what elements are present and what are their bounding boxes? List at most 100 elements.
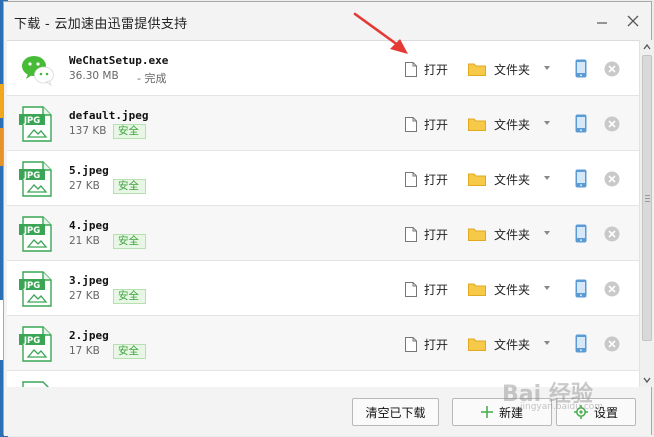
phone-icon[interactable] [575, 334, 587, 353]
file-size: 137 KB [69, 125, 107, 137]
file-size: 27 KB [69, 290, 100, 302]
download-item[interactable]: JPG 4.jpeg 21 KB 安全 打开 文件夹 [7, 206, 639, 261]
jpg-file-icon: JPG [19, 216, 52, 252]
close-icon [627, 15, 639, 27]
file-name: default.jpeg [69, 109, 149, 122]
clear-downloaded-button[interactable]: 清空已下载 [352, 398, 439, 426]
svg-text:JPG: JPG [23, 281, 40, 291]
open-folder-button[interactable]: 文件夹 [468, 334, 530, 354]
download-window: 下载 - 云加速由迅雷提供支持 WeChatSetup.exe 36.30 MB… [3, 1, 654, 436]
safe-badge: 安全 [113, 179, 146, 194]
file-name: 4.jpeg [69, 219, 109, 232]
folder-label: 文件夹 [494, 62, 531, 77]
folder-icon [468, 283, 486, 296]
open-label: 打开 [424, 282, 449, 297]
file-status: - 完成 [137, 72, 167, 85]
folder-label: 文件夹 [494, 227, 531, 242]
phone-icon[interactable] [575, 169, 587, 188]
file-name: 2.jpeg [69, 329, 109, 342]
jpg-file-icon: JPG [19, 106, 52, 142]
title-bar[interactable]: 下载 - 云加速由迅雷提供支持 [4, 2, 651, 40]
open-label: 打开 [424, 117, 449, 132]
window-title: 下载 - 云加速由迅雷提供支持 [14, 17, 188, 32]
document-icon [405, 61, 417, 77]
svg-text:JPG: JPG [23, 336, 40, 346]
phone-icon[interactable] [575, 59, 587, 78]
file-size: 17 KB [69, 345, 100, 357]
open-file-button[interactable]: 打开 [405, 59, 448, 79]
safe-badge: 安全 [113, 234, 146, 249]
open-file-button[interactable]: 打开 [405, 169, 448, 189]
folder-label: 文件夹 [494, 337, 531, 352]
chevron-down-icon[interactable] [544, 66, 550, 70]
watermark-url: jingyan.baidu.com [520, 402, 604, 412]
minimize-icon [597, 22, 607, 24]
open-label: 打开 [424, 227, 449, 242]
delete-icon[interactable] [604, 61, 620, 77]
folder-icon [468, 118, 486, 131]
open-folder-button[interactable]: 文件夹 [468, 59, 530, 79]
wechat-icon [22, 56, 54, 87]
vertical-scrollbar[interactable] [639, 40, 654, 387]
download-item[interactable]: JPG default.jpeg 137 KB 安全 打开 文件夹 [7, 96, 639, 151]
download-item[interactable]: JPG 5.jpeg 27 KB 安全 打开 文件夹 [7, 151, 639, 206]
open-label: 打开 [424, 337, 449, 352]
delete-icon[interactable] [604, 226, 620, 242]
safe-badge: 安全 [113, 344, 146, 359]
close-button[interactable] [622, 10, 644, 32]
svg-text:JPG: JPG [23, 116, 40, 126]
download-item[interactable]: JPG 2.jpeg 17 KB 安全 打开 文件夹 [7, 316, 639, 371]
open-file-button[interactable]: 打开 [405, 114, 448, 134]
folder-icon [468, 173, 486, 186]
delete-icon[interactable] [604, 116, 620, 132]
chevron-down-icon [643, 377, 651, 383]
open-file-button[interactable]: 打开 [405, 279, 448, 299]
safe-badge: 安全 [113, 124, 146, 139]
chevron-down-icon[interactable] [544, 341, 550, 345]
jpg-file-icon: JPG [19, 161, 52, 197]
scroll-up-button[interactable] [640, 40, 654, 54]
file-size: 27 KB [69, 180, 100, 192]
chevron-up-icon [643, 44, 651, 50]
phone-icon[interactable] [575, 224, 587, 243]
open-folder-button[interactable]: 文件夹 [468, 114, 530, 134]
chevron-down-icon[interactable] [544, 176, 550, 180]
document-icon [405, 116, 417, 132]
open-folder-button[interactable]: 文件夹 [468, 169, 530, 189]
file-name: WeChatSetup.exe [69, 54, 169, 67]
chevron-down-icon[interactable] [544, 231, 550, 235]
folder-label: 文件夹 [494, 172, 531, 187]
open-file-button[interactable]: 打开 [405, 224, 448, 244]
file-name: 3.jpeg [69, 274, 109, 287]
delete-icon[interactable] [604, 171, 620, 187]
delete-icon[interactable] [604, 281, 620, 297]
download-item[interactable]: WeChatSetup.exe 36.30 MB - 完成 打开 文件夹 [7, 41, 639, 96]
delete-icon[interactable] [604, 336, 620, 352]
document-icon [405, 226, 417, 242]
open-label: 打开 [424, 62, 449, 77]
document-icon [405, 336, 417, 352]
scroll-down-button[interactable] [640, 373, 654, 387]
folder-icon [468, 228, 486, 241]
download-item[interactable]: JPG 3.jpeg 27 KB 安全 打开 文件夹 [7, 261, 639, 316]
svg-text:JPG: JPG [23, 171, 40, 181]
file-size: 21 KB [69, 235, 100, 247]
open-folder-button[interactable]: 文件夹 [468, 224, 530, 244]
file-size: 36.30 MB [69, 70, 119, 82]
phone-icon[interactable] [575, 279, 587, 298]
open-file-button[interactable]: 打开 [405, 334, 448, 354]
phone-icon[interactable] [575, 114, 587, 133]
folder-label: 文件夹 [494, 282, 531, 297]
chevron-down-icon[interactable] [544, 121, 550, 125]
open-folder-button[interactable]: 文件夹 [468, 279, 530, 299]
folder-label: 文件夹 [494, 117, 531, 132]
folder-icon [468, 63, 486, 76]
minimize-button[interactable] [591, 10, 613, 32]
chevron-down-icon[interactable] [544, 286, 550, 290]
download-list[interactable]: WeChatSetup.exe 36.30 MB - 完成 打开 文件夹 JPG… [7, 40, 639, 388]
open-label: 打开 [424, 172, 449, 187]
scroll-thumb[interactable] [642, 55, 652, 341]
safe-badge: 安全 [113, 289, 146, 304]
document-icon [405, 171, 417, 187]
clear-downloaded-label: 清空已下载 [365, 405, 426, 420]
